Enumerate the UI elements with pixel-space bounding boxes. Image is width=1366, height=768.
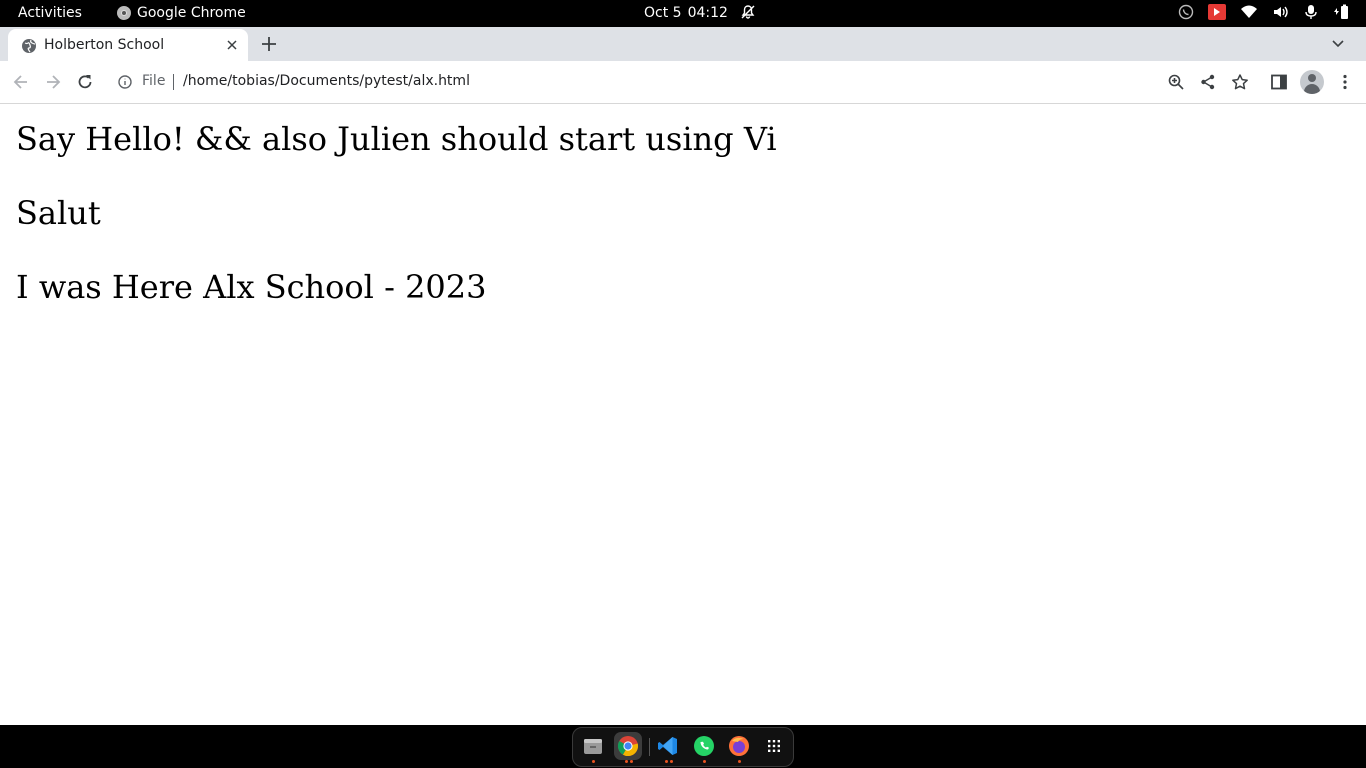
whatsapp-icon[interactable] — [693, 735, 715, 757]
activities-button[interactable]: Activities — [18, 5, 82, 21]
clock-time: 04:12 — [687, 5, 728, 21]
page-content: Say Hello! && also Julien should start u… — [0, 104, 1366, 725]
system-tray[interactable] — [1178, 4, 1350, 20]
tab-title: Holberton School — [44, 37, 165, 53]
kebab-menu-icon[interactable] — [1336, 73, 1354, 91]
whatsapp-tray-icon[interactable] — [1178, 4, 1194, 20]
battery-icon[interactable] — [1332, 4, 1350, 20]
vscode-icon[interactable] — [657, 735, 679, 757]
system-top-bar: Activities Google Chrome Oct 5 04:12 — [0, 0, 1366, 27]
app-menu-label: Google Chrome — [137, 5, 246, 21]
chrome-icon[interactable] — [617, 735, 639, 757]
close-icon[interactable] — [225, 38, 239, 52]
app-menu[interactable]: Google Chrome — [117, 5, 246, 21]
new-tab-button[interactable] — [260, 35, 278, 53]
wifi-icon[interactable] — [1240, 4, 1258, 20]
running-indicator — [592, 760, 595, 763]
files-icon[interactable] — [582, 735, 604, 757]
running-indicator — [738, 760, 741, 763]
paragraph-2: Salut — [16, 194, 101, 232]
info-icon[interactable] — [118, 75, 132, 89]
dock-bar — [0, 725, 1366, 768]
app-grid-icon[interactable] — [763, 735, 785, 757]
bookmark-star-icon[interactable] — [1231, 73, 1249, 91]
running-indicator — [665, 760, 668, 763]
screen: Activities Google Chrome Oct 5 04:12 Hol… — [0, 0, 1366, 768]
back-arrow-icon[interactable] — [12, 73, 30, 91]
firefox-icon[interactable] — [728, 735, 750, 757]
forward-arrow-icon[interactable] — [44, 73, 62, 91]
dock — [572, 727, 794, 767]
profile-avatar[interactable] — [1300, 70, 1324, 94]
globe-icon — [22, 39, 36, 53]
running-indicator — [703, 760, 706, 763]
url-scheme-label: File — [142, 73, 166, 89]
omnibox-divider — [173, 74, 174, 90]
anydesk-tray-icon[interactable] — [1208, 4, 1226, 20]
running-indicator — [670, 760, 673, 763]
browser-toolbar: File /home/tobias/Documents/pytest/alx.h… — [0, 61, 1366, 104]
reload-icon[interactable] — [76, 73, 94, 91]
paragraph-3: I was Here Alx School - 2023 — [16, 268, 487, 306]
clock[interactable]: Oct 5 04:12 — [644, 5, 728, 21]
side-panel-icon[interactable] — [1270, 73, 1288, 91]
clock-date: Oct 5 — [644, 5, 682, 21]
tab-search-chevron-down-icon[interactable] — [1330, 37, 1346, 51]
share-icon[interactable] — [1199, 73, 1217, 91]
url-text[interactable]: /home/tobias/Documents/pytest/alx.html — [183, 73, 470, 89]
address-bar[interactable]: File /home/tobias/Documents/pytest/alx.h… — [108, 67, 1148, 97]
tab-active[interactable]: Holberton School — [8, 29, 248, 61]
tab-strip: Holberton School — [0, 27, 1366, 61]
running-indicator — [630, 760, 633, 763]
running-indicator — [625, 760, 628, 763]
volume-icon[interactable] — [1272, 4, 1290, 20]
chrome-icon — [117, 6, 131, 20]
dock-separator — [649, 738, 650, 756]
microphone-icon[interactable] — [1304, 4, 1318, 20]
notifications-muted-icon — [741, 5, 755, 19]
paragraph-1: Say Hello! && also Julien should start u… — [16, 120, 777, 158]
zoom-icon[interactable] — [1167, 73, 1185, 91]
